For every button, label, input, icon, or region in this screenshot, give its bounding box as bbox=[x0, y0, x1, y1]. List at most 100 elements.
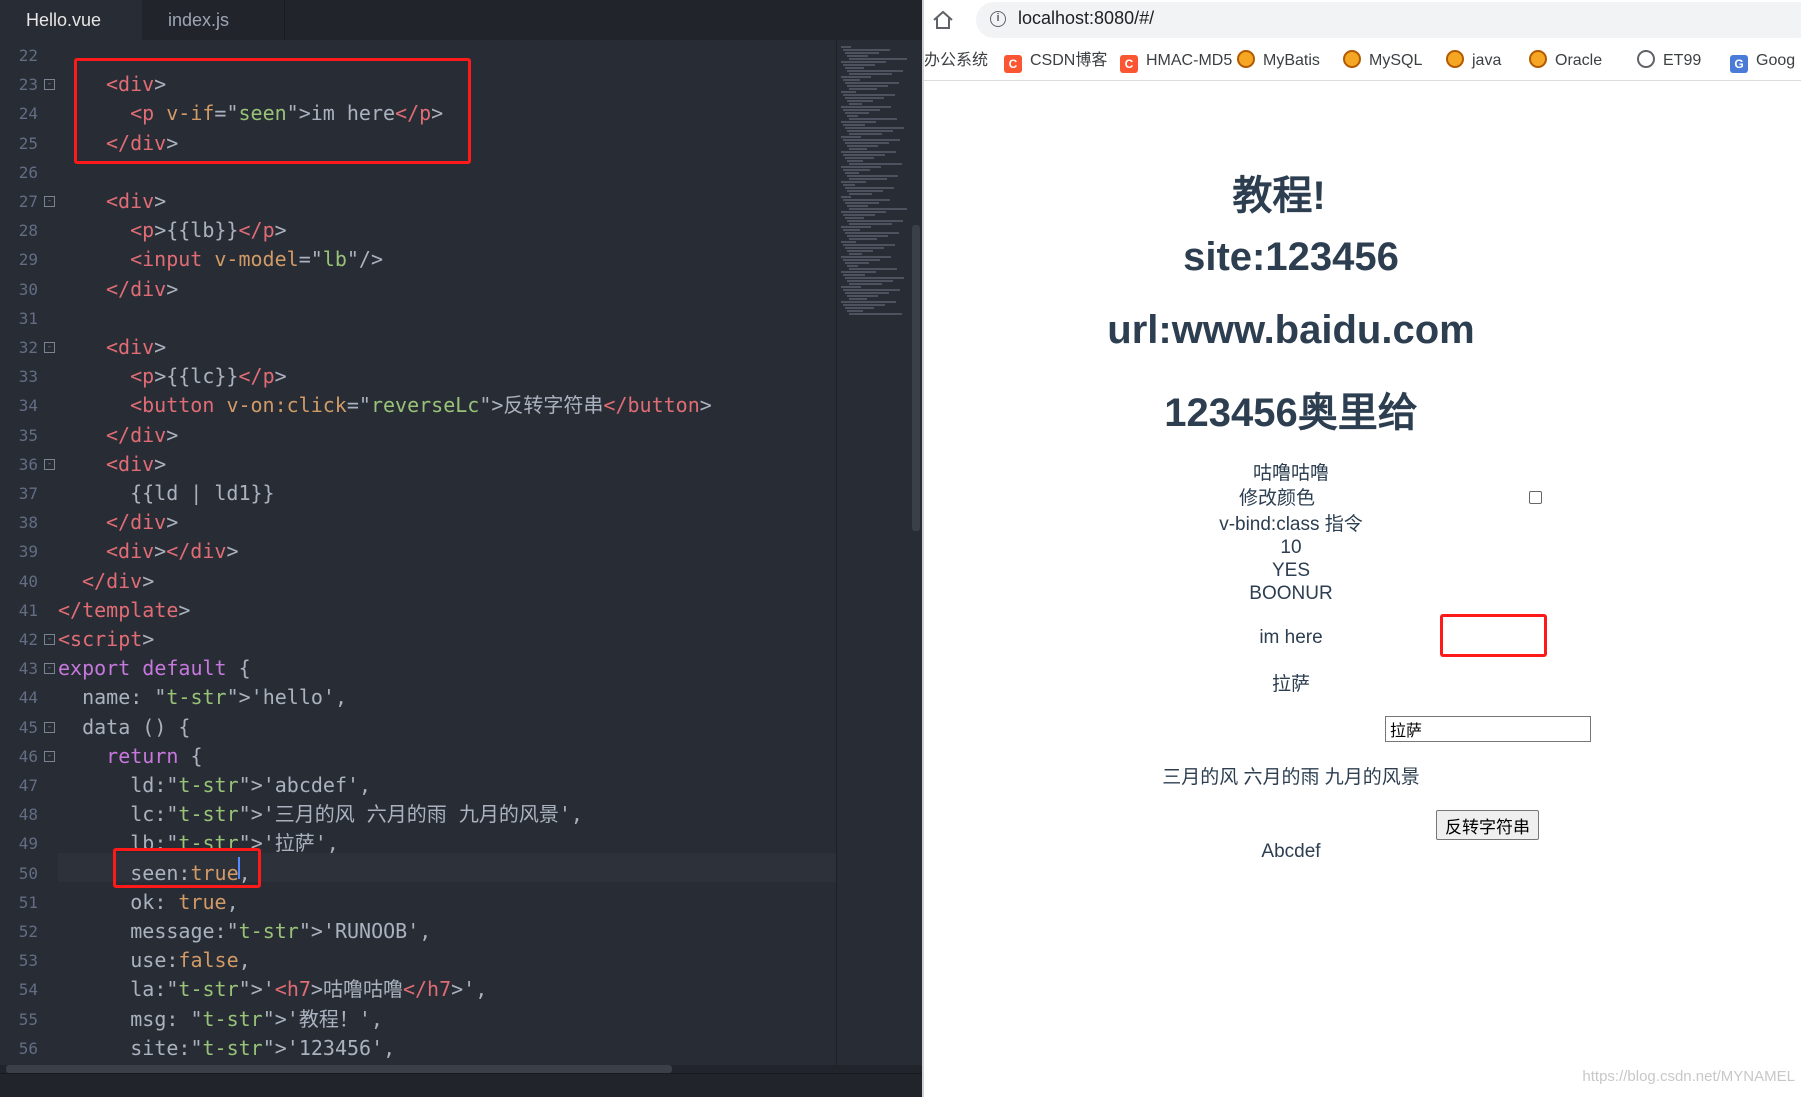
bee-icon bbox=[1343, 50, 1361, 68]
bookmark-csdn[interactable]: C CSDN博客 bbox=[1004, 50, 1107, 73]
browser-window: i localhost:8080/#/ 办公系统 C CSDN博客 C HMAC-M… bbox=[922, 0, 1801, 1097]
minimap-line bbox=[843, 169, 870, 171]
horizontal-scrollbar[interactable] bbox=[6, 1065, 672, 1073]
minimap-line bbox=[845, 307, 874, 309]
minimap-line bbox=[843, 94, 895, 96]
line-number: 33 bbox=[18, 367, 38, 387]
code-line: data () { bbox=[58, 714, 191, 739]
minimap-line bbox=[847, 235, 888, 237]
tab-hello-vue[interactable]: Hello.vue bbox=[0, 0, 142, 40]
bookmark-java[interactable]: java bbox=[1446, 50, 1501, 72]
line-number: 54 bbox=[18, 980, 38, 1000]
minimap-line bbox=[843, 154, 885, 156]
bookmark-label: 办公系统 bbox=[924, 52, 989, 69]
minimap-line bbox=[849, 313, 902, 315]
line-number: 26 bbox=[18, 162, 38, 182]
line-number: 34 bbox=[18, 396, 38, 416]
minimap-line bbox=[843, 184, 855, 186]
url-text[interactable]: localhost:8080/#/ bbox=[1018, 8, 1154, 29]
fold-toggle-icon[interactable]: - bbox=[44, 196, 55, 207]
bookmark-et99[interactable]: ET99 bbox=[1637, 50, 1701, 72]
line-number: 51 bbox=[18, 892, 38, 912]
code-editor[interactable]: Hello.vue index.js 22 23-24 25 26 27-28 29 30 3… bbox=[0, 0, 922, 1097]
line-number: 25 bbox=[18, 133, 38, 153]
bookmark-mybatis[interactable]: MyBatis bbox=[1237, 50, 1320, 72]
code-line: ok: true, bbox=[58, 889, 239, 914]
home-icon[interactable] bbox=[932, 10, 954, 30]
line-number: 32 bbox=[18, 338, 38, 357]
info-icon[interactable]: i bbox=[990, 11, 1006, 27]
code-line: <script> bbox=[58, 627, 155, 651]
minimap-line bbox=[845, 97, 884, 99]
fold-toggle-icon[interactable]: - bbox=[44, 634, 55, 645]
minimap-line bbox=[841, 241, 856, 243]
minimap-line bbox=[849, 58, 907, 60]
bookmark-label: Oracle bbox=[1555, 52, 1603, 69]
minimap-line bbox=[841, 181, 866, 183]
code-line: message:"t-str">'RUNOOB', bbox=[58, 919, 432, 943]
line-number: 31 bbox=[18, 308, 38, 328]
fold-toggle-icon[interactable]: - bbox=[44, 750, 55, 762]
minimap-line bbox=[845, 292, 889, 294]
globe-icon bbox=[1637, 50, 1655, 68]
line-number: 47 bbox=[18, 776, 38, 795]
code-line: la:"t-str">'<h7>咕噜咕噜</h7>', bbox=[58, 977, 488, 1002]
bookmark-label: ET99 bbox=[1663, 52, 1702, 69]
minimap-line bbox=[849, 298, 867, 300]
minimap-line bbox=[841, 121, 876, 123]
watermark: https://blog.csdn.net/MYNAMEL bbox=[1582, 1068, 1795, 1085]
minimap-line bbox=[845, 277, 904, 279]
line-number: 39 bbox=[18, 542, 38, 562]
fold-toggle-icon[interactable]: - bbox=[44, 79, 55, 91]
minimap-line bbox=[849, 163, 902, 165]
lb-input[interactable] bbox=[1385, 716, 1591, 742]
bookmark-hmac-md5[interactable]: C HMAC-MD5 bbox=[1120, 50, 1232, 73]
code-line: return { bbox=[106, 743, 203, 768]
minimap-line bbox=[845, 247, 884, 249]
minimap-line bbox=[841, 286, 861, 288]
code-line: <button v-on:click="reverseLc">反转字符串</bu… bbox=[130, 393, 712, 418]
minimap-line bbox=[841, 136, 861, 138]
fold-toggle-icon[interactable]: - bbox=[44, 663, 55, 675]
heading-combined: 123456奥里给 bbox=[1164, 391, 1418, 435]
minimap-line bbox=[849, 118, 897, 120]
fold-toggle-icon[interactable]: - bbox=[44, 458, 55, 470]
line-number: 44 bbox=[18, 688, 38, 708]
fold-toggle-icon[interactable]: - bbox=[44, 721, 55, 733]
minimap-line bbox=[849, 223, 892, 225]
minimap-line bbox=[843, 244, 895, 246]
vertical-scrollbar[interactable] bbox=[912, 225, 920, 531]
bee-icon bbox=[1529, 50, 1547, 68]
minimap-line bbox=[841, 196, 851, 198]
line-number: 40 bbox=[18, 571, 38, 591]
minimap[interactable] bbox=[836, 40, 915, 1073]
minimap-line bbox=[847, 265, 858, 267]
line-number: 55 bbox=[18, 1009, 38, 1029]
line-number: 22 bbox=[18, 46, 38, 65]
text-yes: YES bbox=[1271, 560, 1311, 581]
text-im-here: im here bbox=[1259, 627, 1323, 648]
minimap-line bbox=[843, 229, 860, 231]
fold-toggle-icon[interactable]: - bbox=[44, 342, 55, 353]
minimap-line bbox=[845, 217, 864, 219]
minimap-line bbox=[841, 91, 856, 93]
bookmark-office-system[interactable]: 办公系统 bbox=[924, 50, 988, 72]
reverse-string-button[interactable]: 反转字符串 bbox=[1436, 810, 1539, 840]
minimap-line bbox=[849, 283, 882, 285]
minimap-line bbox=[849, 193, 872, 195]
minimap-line bbox=[841, 271, 876, 273]
minimap-line bbox=[849, 103, 862, 105]
address-bar[interactable]: i localhost:8080/#/ bbox=[976, 2, 1801, 38]
minimap-line bbox=[845, 172, 859, 174]
line-number: 24 bbox=[18, 104, 38, 124]
minimap-line bbox=[843, 274, 865, 276]
minimap-line bbox=[845, 82, 899, 84]
bookmark-oracle[interactable]: Oracle bbox=[1529, 50, 1602, 72]
minimap-line bbox=[849, 253, 862, 255]
change-color-checkbox[interactable] bbox=[1529, 491, 1542, 504]
text-lc: 三月的风 六月的雨 九月的风景 bbox=[1162, 767, 1420, 788]
bookmark-google[interactable]: G Goog bbox=[1730, 50, 1795, 73]
tab-index-js[interactable]: index.js bbox=[142, 0, 285, 40]
bookmark-mysql[interactable]: MySQL bbox=[1343, 50, 1422, 72]
annotation-box-v-if bbox=[74, 58, 471, 164]
